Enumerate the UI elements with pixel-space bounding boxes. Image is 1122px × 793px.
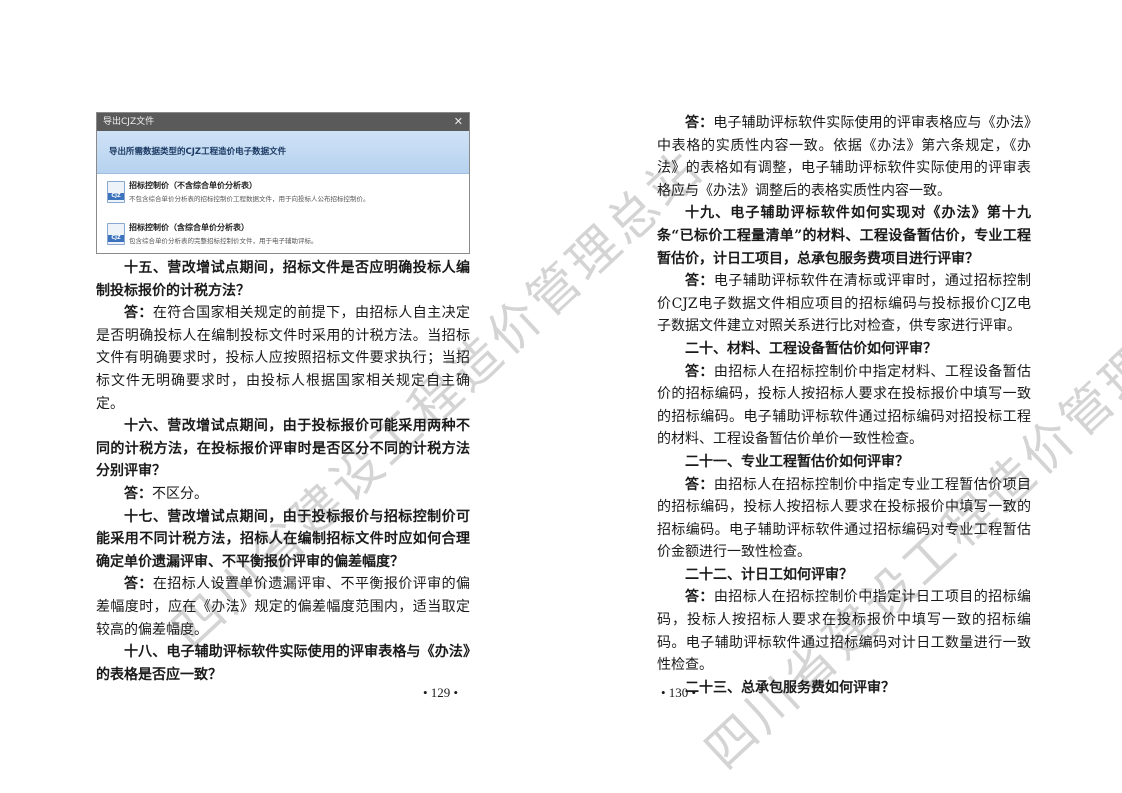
right-page-body: 答：电子辅助评标软件实际使用的评审表格应与《办法》中表格的实质性内容一致。依据《…	[657, 112, 1031, 699]
dialog-title: 导出CJZ文件	[103, 117, 155, 127]
answer-paragraph: 答：在招标人设置单价遗漏评审、不平衡报价评审的偏差幅度时，应在《办法》规定的偏差…	[96, 573, 470, 641]
answer-paragraph: 答：在符合国家相关规定的前提下，由招标人自主决定是否明确投标人在编制投标文件时采…	[96, 302, 470, 415]
answer-text: 在符合国家相关规定的前提下，由招标人自主决定是否明确投标人在编制投标文件时采用的…	[96, 305, 471, 412]
answer-paragraph: 答：由招标人在招标控制价中指定材料、工程设备暂估价的招标编码，投标人按招标人要求…	[657, 361, 1031, 451]
answer-label: 答：	[685, 273, 714, 290]
section-heading: 二十、材料、工程设备暂估价如何评审？	[685, 340, 937, 357]
left-page-body: 十五、营改增试点期间，招标文件是否应明确投标人编制投标报价的计税方法？ 答：在符合…	[96, 257, 470, 686]
answer-text: 由招标人在招标控制价中指定计日工项目的招标编码，投标人按招标人要求在投标报价中填…	[657, 589, 1032, 674]
option-title: 招标控制价（含综合单价分析表）	[129, 223, 249, 232]
answer-label: 答：	[685, 363, 714, 380]
answer-label: 答：	[124, 305, 153, 322]
answer-text: 由招标人在招标控制价中指定材料、工程设备暂估价的招标编码，投标人按招标人要求在投…	[657, 363, 1032, 448]
question-heading: 十九、电子辅助评标软件如何实现对《办法》第十九条“已标价工程量清单”的材料、工程…	[657, 205, 1031, 267]
page-number: • 129 •	[423, 685, 459, 700]
option-description: 包含综合单价分析表的完整招标控制价文件，用于电子辅助评标。	[129, 237, 318, 245]
option-description: 不包含综合单价分析表的招标控制价工程数据文件，用于向投标人公布招标控制价。	[129, 195, 370, 203]
page-number: • 130 •	[661, 685, 697, 700]
left-page: 导出CJZ文件 ✕ 导出所需数据类型的CJZ工程造价电子数据文件 CJZ 招标控…	[0, 0, 714, 793]
answer-paragraph: 答：电子辅助评标软件实际使用的评审表格应与《办法》中表格的实质性内容一致。依据《…	[657, 112, 1031, 202]
export-cjz-dialog-screenshot: 导出CJZ文件 ✕ 导出所需数据类型的CJZ工程造价电子数据文件 CJZ 招标控…	[96, 112, 470, 254]
answer-text: 在招标人设置单价遗漏评审、不平衡报价评审的偏差幅度时，应在《办法》规定的偏差幅度…	[96, 576, 471, 638]
answer-paragraph: 答：由招标人在招标控制价中指定计日工项目的招标编码，投标人按招标人要求在投标报价…	[657, 586, 1031, 676]
answer-label: 答：	[685, 115, 714, 131]
export-option-with-analysis: CJZ 招标控制价（含综合单价分析表） 包含综合单价分析表的完整招标控制价文件，…	[97, 220, 469, 253]
section-heading: 二十三、总承包服务费如何评审？	[685, 679, 895, 696]
close-icon: ✕	[453, 115, 463, 128]
cjz-file-icon: CJZ	[107, 223, 125, 245]
answer-text: 电子辅助评标软件在清标或评审时，通过招标控制价CJZ电子数据文件相应项目的招标编…	[657, 273, 1032, 335]
answer-paragraph: 答：电子辅助评标软件在清标或评审时，通过招标控制价CJZ电子数据文件相应项目的招…	[657, 270, 1031, 338]
answer-label: 答：	[124, 485, 152, 502]
dialog-titlebar: 导出CJZ文件 ✕	[97, 113, 469, 131]
answer-text: 电子辅助评标软件实际使用的评审表格应与《办法》中表格的实质性内容一致。依据《办法…	[657, 115, 1031, 199]
answer-label: 答：	[685, 589, 714, 606]
question-heading: 十八、电子辅助评标软件实际使用的评审表格与《办法》的表格是否应一致？	[96, 644, 470, 683]
answer-text: 由招标人在招标控制价中指定专业工程暂估价项目的招标编码，投标人按招标人要求在投标…	[657, 476, 1032, 561]
answer-label: 答：	[685, 476, 714, 493]
right-page: 答：电子辅助评标软件实际使用的评审表格应与《办法》中表格的实质性内容一致。依据《…	[561, 0, 1122, 793]
export-option-without-analysis: CJZ 招标控制价（不含综合单价分析表） 不包含综合单价分析表的招标控制价工程数…	[97, 178, 469, 216]
answer-paragraph: 答：由招标人在招标控制价中指定专业工程暂估价项目的招标编码，投标人按招标人要求在…	[657, 474, 1031, 564]
cjz-file-icon: CJZ	[107, 181, 125, 203]
dialog-banner: 导出所需数据类型的CJZ工程造价电子数据文件	[97, 131, 469, 174]
answer-paragraph: 答：不区分。	[96, 483, 470, 506]
question-heading: 十六、营改增试点期间，由于投标报价可能采用两种不同的计税方法，在投标报价评审时是…	[96, 418, 470, 480]
option-title: 招标控制价（不含综合单价分析表）	[129, 181, 257, 190]
question-heading: 十七、营改增试点期间，由于投标报价与招标控制价可能采用不同计税方法，招标人在编制…	[96, 508, 470, 570]
answer-label: 答：	[124, 576, 153, 593]
section-heading: 二十二、计日工如何评审？	[685, 566, 853, 583]
question-heading: 十五、营改增试点期间，招标文件是否应明确投标人编制投标报价的计税方法？	[96, 260, 470, 299]
answer-text: 不区分。	[152, 485, 208, 502]
section-heading: 二十一、专业工程暂估价如何评审？	[685, 453, 909, 470]
